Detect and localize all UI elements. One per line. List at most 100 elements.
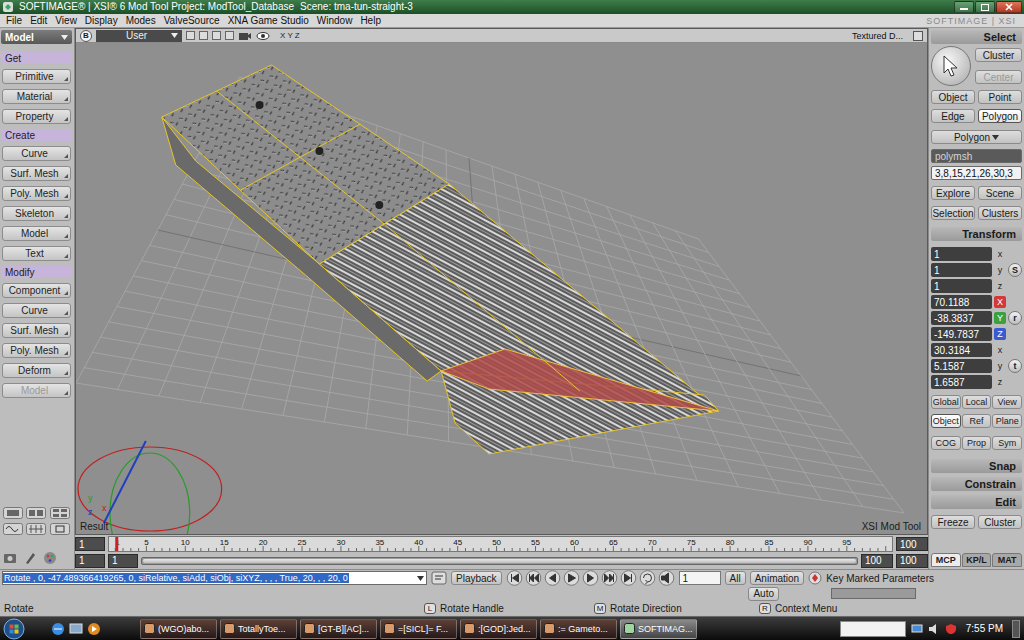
- toolbar-button[interactable]: Surf. Mesh: [2, 323, 71, 338]
- select-tool-button[interactable]: [931, 46, 971, 86]
- toolbar-button[interactable]: Curve: [2, 146, 71, 161]
- select-action-button[interactable]: Scene: [978, 186, 1022, 200]
- scene-view[interactable]: yzx: [76, 43, 927, 534]
- menu-item[interactable]: File: [2, 14, 26, 27]
- toolbar-mode-menu[interactable]: Model: [1, 30, 72, 44]
- range-field[interactable]: 1: [75, 554, 105, 568]
- layout-quad-icon[interactable]: [50, 507, 70, 519]
- axis-tag[interactable]: Y: [994, 312, 1006, 324]
- axis-tag[interactable]: y: [994, 360, 1006, 372]
- transform-mode-button[interactable]: Local: [962, 395, 992, 409]
- taskbar-task[interactable]: :[GOD]:Jed...: [460, 619, 537, 639]
- transform-mode-button[interactable]: COG: [931, 436, 961, 450]
- range-thumb[interactable]: [143, 559, 856, 563]
- command-text[interactable]: Rotate , 0, -47.489366419265, 0, siRelat…: [3, 573, 349, 583]
- taskbar-task[interactable]: [GT-B][AC]...: [300, 619, 377, 639]
- wave-icon[interactable]: [3, 523, 23, 535]
- loop-icon[interactable]: [639, 570, 656, 586]
- camera-icon[interactable]: [238, 31, 252, 41]
- axis-tag[interactable]: x: [994, 248, 1006, 260]
- grid-icon[interactable]: [26, 523, 46, 535]
- key-slider[interactable]: [831, 588, 916, 599]
- toolbar-button[interactable]: Skeleton: [2, 206, 71, 221]
- transform-value-field[interactable]: 70.1188: [931, 295, 992, 309]
- minimize-button[interactable]: [954, 1, 974, 13]
- playhead[interactable]: [115, 537, 118, 551]
- key-marked-parameters[interactable]: Key Marked Parameters: [826, 573, 934, 584]
- toolbar-button[interactable]: Text: [2, 246, 71, 261]
- view-toggle[interactable]: [212, 31, 221, 40]
- panel-tab[interactable]: MAT: [992, 553, 1022, 567]
- desktop-icon[interactable]: [69, 622, 83, 636]
- taskbar-task[interactable]: =[SICL]= F...: [380, 619, 457, 639]
- browser-icon[interactable]: [51, 622, 65, 636]
- toolbar-button[interactable]: Poly. Mesh: [2, 186, 71, 201]
- scope-button[interactable]: All: [725, 571, 746, 585]
- filter-button[interactable]: Edge: [931, 109, 975, 123]
- transform-mode-button[interactable]: Sym: [992, 436, 1022, 450]
- select-action-button[interactable]: Explore: [931, 186, 975, 200]
- filter-menu[interactable]: Polygon: [931, 130, 1022, 144]
- toolbar-button[interactable]: Material: [2, 89, 71, 104]
- menu-item[interactable]: ValveSource: [160, 14, 224, 27]
- layout-single-icon[interactable]: [3, 507, 23, 519]
- view-toggle[interactable]: [199, 31, 208, 40]
- transform-mode-button[interactable]: Plane: [992, 414, 1022, 428]
- range-field[interactable]: 100: [861, 554, 893, 568]
- transform-value-field[interactable]: 1: [931, 279, 992, 293]
- toolbar-button[interactable]: Primitive: [2, 69, 71, 84]
- transform-mode-button[interactable]: View: [992, 395, 1022, 409]
- transform-value-field[interactable]: 1: [931, 247, 992, 261]
- animation-menu[interactable]: Animation: [750, 571, 804, 585]
- play-icon[interactable]: [563, 570, 580, 586]
- view-toggle[interactable]: [186, 31, 195, 40]
- select-button[interactable]: Cluster: [975, 48, 1022, 62]
- show-desktop-icon[interactable]: [1012, 620, 1020, 638]
- axis-tag[interactable]: y: [994, 264, 1006, 276]
- media-icon[interactable]: [87, 622, 101, 636]
- filter-button[interactable]: Object: [931, 90, 975, 104]
- script-editor-icon[interactable]: [431, 571, 447, 585]
- toolbar-button[interactable]: Model: [2, 383, 71, 398]
- rotate-button[interactable]: r: [1008, 311, 1022, 325]
- toolbar-button[interactable]: Property: [2, 109, 71, 124]
- prevKey-icon[interactable]: [525, 570, 542, 586]
- menu-item[interactable]: Modes: [122, 14, 160, 27]
- auto-key-button[interactable]: Auto: [748, 587, 779, 601]
- toolbar-button[interactable]: Curve: [2, 303, 71, 318]
- transform-mode-button[interactable]: Object: [931, 414, 961, 428]
- translate-button[interactable]: t: [1008, 359, 1022, 373]
- maximize-view-icon[interactable]: [913, 31, 923, 41]
- start-orb-icon[interactable]: [2, 618, 26, 640]
- toolbar-button[interactable]: Deform: [2, 363, 71, 378]
- first-icon[interactable]: [506, 570, 523, 586]
- object-type-field[interactable]: polymsh: [931, 149, 1022, 163]
- security-icon[interactable]: [945, 623, 957, 635]
- toolbar-button[interactable]: Model: [2, 226, 71, 241]
- command-line[interactable]: Rotate , 0, -47.489366419265, 0, siRelat…: [2, 571, 427, 585]
- menu-item[interactable]: View: [51, 14, 81, 27]
- menu-item[interactable]: Edit: [26, 14, 51, 27]
- axis-tag[interactable]: X: [994, 296, 1006, 308]
- current-frame-field[interactable]: 1: [679, 571, 721, 585]
- nextKey-icon[interactable]: [601, 570, 618, 586]
- frame-ruler[interactable]: 15101520253035404550556065707580859095: [109, 537, 892, 551]
- next-icon[interactable]: [582, 570, 599, 586]
- toolbar-button[interactable]: Surf. Mesh: [2, 166, 71, 181]
- transform-value-field[interactable]: -149.7837: [931, 327, 992, 341]
- edit-button[interactable]: Freeze: [931, 515, 975, 529]
- view-toggle[interactable]: [225, 31, 234, 40]
- end-frame-field[interactable]: 100: [896, 537, 928, 551]
- transform-header[interactable]: Transform: [931, 227, 1022, 241]
- axes-label[interactable]: X Y Z: [274, 31, 300, 40]
- axis-tag[interactable]: z: [994, 376, 1006, 388]
- transform-value-field[interactable]: -38.3837: [931, 311, 992, 325]
- palette-icon[interactable]: [43, 551, 57, 565]
- taskbar-task[interactable]: SOFTIMAG...: [620, 619, 697, 639]
- menu-item[interactable]: XNA Game Studio: [224, 14, 313, 27]
- menu-item[interactable]: Display: [81, 14, 122, 27]
- layout-split-icon[interactable]: [26, 507, 46, 519]
- panel-section-header[interactable]: Snap: [931, 459, 1022, 473]
- edit-button[interactable]: Cluster: [978, 515, 1022, 529]
- transform-value-field[interactable]: 30.3184: [931, 343, 992, 357]
